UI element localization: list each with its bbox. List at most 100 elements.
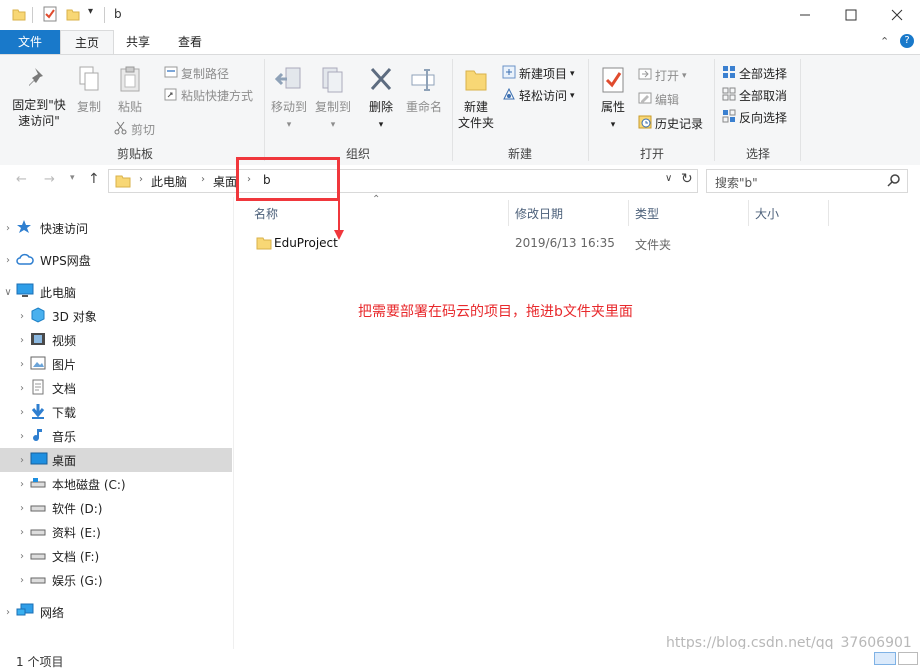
new-folder-button[interactable]: 新建 文件夹 bbox=[454, 65, 498, 131]
collapse-ribbon-icon[interactable]: ⌃ bbox=[880, 35, 889, 48]
status-bar: 1 个项目 bbox=[0, 649, 920, 669]
nav-network[interactable]: › 网络 bbox=[0, 600, 232, 624]
search-input[interactable]: 搜索"b" bbox=[715, 174, 758, 191]
status-count: 1 个项目 bbox=[16, 655, 64, 669]
minimize-button[interactable] bbox=[782, 0, 828, 30]
copy-path-icon bbox=[164, 66, 178, 81]
nav-drive-c[interactable]: › 本地磁盘 (C:) bbox=[14, 472, 232, 496]
details-view-icon[interactable] bbox=[874, 652, 896, 665]
close-button[interactable] bbox=[874, 0, 920, 30]
picture-icon bbox=[30, 355, 50, 374]
copy-path-button[interactable]: 复制路径 bbox=[164, 65, 229, 82]
nav-pictures[interactable]: › 图片 bbox=[14, 352, 232, 376]
address-dropdown-icon[interactable]: ∨ bbox=[665, 173, 672, 184]
tab-home[interactable]: 主页 bbox=[60, 30, 115, 55]
document-icon bbox=[30, 379, 50, 398]
desktop-icon bbox=[30, 452, 50, 469]
maximize-button[interactable] bbox=[828, 0, 874, 30]
forward-arrow-icon[interactable]: → bbox=[44, 172, 55, 187]
help-icon[interactable]: ? bbox=[900, 34, 914, 48]
invert-selection-button[interactable]: 反向选择 bbox=[722, 109, 787, 126]
title-bar: ▾ b bbox=[0, 0, 920, 30]
nav-drive-f[interactable]: › 文档 (F:) bbox=[14, 544, 232, 568]
nav-documents[interactable]: › 文档 bbox=[14, 376, 232, 400]
ribbon-tabs: 文件 主页 共享 查看 ⌃ ? bbox=[0, 30, 920, 55]
nav-videos[interactable]: › 视频 bbox=[14, 328, 232, 352]
copy-button[interactable]: 复制 bbox=[72, 65, 106, 115]
properties-button[interactable]: 属性 ▾ bbox=[592, 65, 634, 133]
ribbon: 固定到"快 速访问" 复制 粘贴 复制路径 粘贴快捷方式 剪切 剪贴板 移动到 … bbox=[0, 54, 920, 166]
back-arrow-icon[interactable]: ← bbox=[16, 172, 27, 187]
folder-icon bbox=[12, 7, 26, 21]
column-header-type[interactable]: 类型 bbox=[635, 205, 659, 223]
network-icon bbox=[16, 603, 36, 622]
new-group-label: 新建 bbox=[507, 147, 532, 161]
delete-button[interactable]: 删除 ▾ bbox=[364, 65, 398, 133]
nav-drive-e[interactable]: › 资料 (E:) bbox=[14, 520, 232, 544]
breadcrumb-this-pc[interactable]: 此电脑 bbox=[151, 173, 187, 190]
new-item-button[interactable]: 新建项目 ▾ bbox=[502, 65, 575, 82]
edit-icon bbox=[638, 91, 652, 108]
select-none-button[interactable]: 全部取消 bbox=[722, 87, 787, 104]
rename-button[interactable]: 重命名 bbox=[402, 65, 446, 115]
paste-shortcut-button[interactable]: 粘贴快捷方式 bbox=[164, 87, 253, 104]
address-bar[interactable]: › 此电脑 › 桌面 › b ∨ ↻ bbox=[108, 169, 698, 193]
paste-icon bbox=[118, 65, 142, 99]
copy-to-icon bbox=[319, 65, 347, 99]
paste-shortcut-icon bbox=[164, 87, 178, 104]
drive-icon bbox=[30, 571, 50, 590]
select-none-icon bbox=[722, 87, 736, 104]
table-row[interactable]: EduProject 2019/6/13 16:35 文件夹 bbox=[252, 232, 828, 254]
nav-desktop[interactable]: › 桌面 bbox=[0, 448, 232, 472]
search-box[interactable]: 搜索"b" bbox=[706, 169, 908, 193]
nav-3d-objects[interactable]: › 3D 对象 bbox=[14, 304, 232, 328]
window-title: b bbox=[114, 7, 122, 21]
up-arrow-icon[interactable]: ↑ bbox=[88, 171, 100, 187]
customize-toolbar-icon[interactable]: ▾ bbox=[88, 6, 93, 17]
scissors-icon bbox=[114, 121, 128, 138]
nav-drive-d[interactable]: › 软件 (D:) bbox=[14, 496, 232, 520]
music-note-icon bbox=[30, 427, 50, 446]
star-icon bbox=[16, 219, 36, 238]
pin-icon bbox=[27, 65, 51, 97]
new-folder-quick-icon[interactable] bbox=[66, 7, 80, 21]
properties-quick-icon[interactable] bbox=[42, 6, 58, 22]
recent-locations-icon[interactable]: ▾ bbox=[70, 173, 75, 183]
pin-quick-access-button[interactable]: 固定到"快 速访问" bbox=[8, 65, 70, 129]
nav-quick-access[interactable]: › 快速访问 bbox=[0, 216, 232, 240]
nav-this-pc[interactable]: ∨ 此电脑 bbox=[0, 280, 232, 304]
open-button[interactable]: 打开 ▾ bbox=[638, 67, 687, 84]
move-to-button[interactable]: 移动到 ▾ bbox=[268, 65, 310, 133]
nav-wps-cloud[interactable]: › WPS网盘 bbox=[0, 248, 232, 272]
nav-drive-g[interactable]: › 娱乐 (G:) bbox=[14, 568, 232, 592]
select-all-button[interactable]: 全部选择 bbox=[722, 65, 787, 82]
cube-icon bbox=[30, 306, 50, 326]
history-button[interactable]: 历史记录 bbox=[638, 115, 703, 132]
breadcrumb-desktop[interactable]: 桌面 bbox=[213, 173, 237, 190]
refresh-icon[interactable]: ↻ bbox=[681, 171, 693, 187]
column-header-size[interactable]: 大小 bbox=[755, 205, 779, 223]
cloud-icon bbox=[16, 252, 36, 269]
tab-share[interactable]: 共享 bbox=[112, 30, 164, 54]
computer-icon bbox=[16, 283, 36, 302]
tab-file[interactable]: 文件 bbox=[0, 30, 60, 54]
copy-to-button[interactable]: 复制到 ▾ bbox=[312, 65, 354, 133]
nav-downloads[interactable]: › 下载 bbox=[14, 400, 232, 424]
address-row: ← → ▾ ↑ › 此电脑 › 桌面 › b ∨ ↻ 搜索"b" bbox=[0, 165, 920, 197]
download-arrow-icon bbox=[30, 403, 50, 422]
easy-access-button[interactable]: 轻松访问 ▾ bbox=[502, 87, 575, 104]
select-group-label: 选择 bbox=[745, 147, 770, 161]
sort-up-icon: ⌃ bbox=[372, 194, 381, 205]
clipboard-group-label: 剪贴板 bbox=[116, 147, 153, 161]
select-all-icon bbox=[722, 65, 736, 82]
column-header-name[interactable]: 名称 bbox=[254, 205, 278, 223]
nav-music[interactable]: › 音乐 bbox=[14, 424, 232, 448]
edit-button[interactable]: 编辑 bbox=[638, 91, 679, 108]
cut-button[interactable]: 剪切 bbox=[114, 121, 155, 138]
column-header-modified[interactable]: 修改日期 bbox=[515, 205, 563, 223]
paste-button[interactable]: 粘贴 bbox=[112, 65, 148, 115]
large-icons-view-icon[interactable] bbox=[898, 652, 918, 665]
easy-access-icon bbox=[502, 87, 516, 104]
tab-view[interactable]: 查看 bbox=[164, 30, 216, 54]
copy-icon bbox=[77, 65, 101, 99]
